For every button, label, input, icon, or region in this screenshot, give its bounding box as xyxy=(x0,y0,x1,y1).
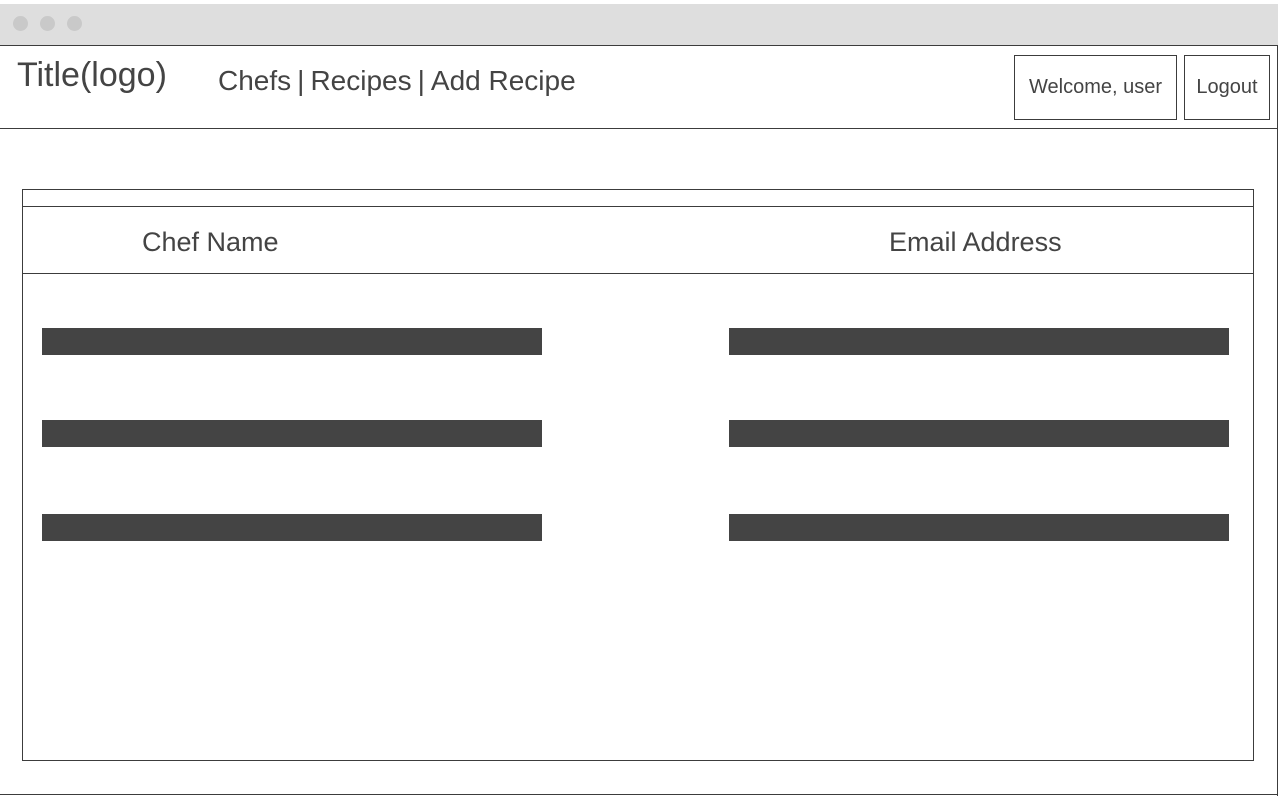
main-nav: Chefs | Recipes | Add Recipe xyxy=(218,65,576,97)
site-logo[interactable]: Title(logo) xyxy=(17,56,167,94)
table-top-bar xyxy=(23,190,1253,207)
email-address-cell xyxy=(729,328,1229,355)
email-address-cell xyxy=(729,514,1229,541)
column-header-chef-name: Chef Name xyxy=(142,227,279,257)
chef-name-cell xyxy=(42,420,542,447)
welcome-message: Welcome, user xyxy=(1014,55,1177,120)
column-header-email-address: Email Address xyxy=(889,227,1062,257)
chef-name-cell xyxy=(42,328,542,355)
chef-name-cell xyxy=(42,514,542,541)
window-close-dot-icon[interactable] xyxy=(13,16,28,31)
table-header: Chef Name Email Address xyxy=(23,207,1253,274)
window-bottom-border xyxy=(0,794,1278,795)
nav-link-chefs[interactable]: Chefs xyxy=(218,65,291,96)
chefs-table: Chef Name Email Address xyxy=(22,189,1254,761)
email-address-cell xyxy=(729,420,1229,447)
logout-button[interactable]: Logout xyxy=(1184,55,1270,120)
table-row[interactable] xyxy=(23,420,1253,448)
table-row[interactable] xyxy=(23,514,1253,542)
window-maximize-dot-icon[interactable] xyxy=(67,16,82,31)
nav-separator: | xyxy=(297,65,305,96)
window-minimize-dot-icon[interactable] xyxy=(40,16,55,31)
app-window: Title(logo) Chefs | Recipes | Add Recipe Wel… xyxy=(0,0,1278,797)
site-header: Title(logo) Chefs | Recipes | Add Recipe Wel… xyxy=(0,47,1278,129)
table-row[interactable] xyxy=(23,328,1253,356)
window-title-bar xyxy=(0,4,1278,46)
nav-link-recipes[interactable]: Recipes xyxy=(310,65,411,96)
nav-separator: | xyxy=(417,65,425,96)
nav-link-add-recipe[interactable]: Add Recipe xyxy=(431,65,576,96)
